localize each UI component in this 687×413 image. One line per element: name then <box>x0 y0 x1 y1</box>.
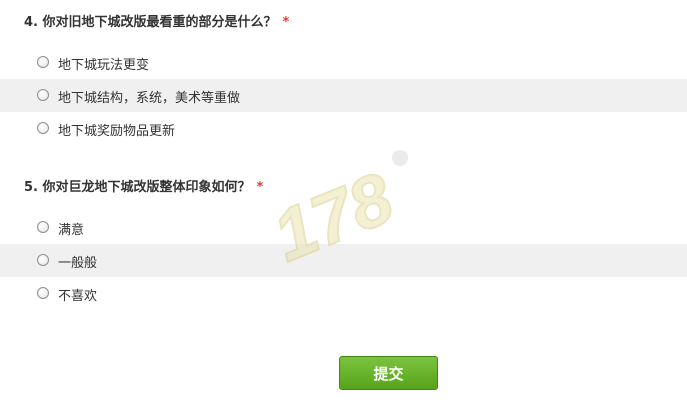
watermark-text: 178 <box>262 158 403 277</box>
radio-button[interactable] <box>37 221 49 233</box>
watermark-logo: 178 <box>262 150 408 278</box>
option-row[interactable]: 不喜欢 <box>0 277 687 310</box>
option-row[interactable]: 地下城玩法更变 <box>0 46 687 79</box>
option-label[interactable]: 满意 <box>58 219 84 238</box>
radio-button[interactable] <box>37 287 49 299</box>
submit-button[interactable]: 提交 <box>339 356 438 390</box>
survey-page: 4. 你对旧地下城改版最看重的部分是什么？ * 地下城玩法更变 地下城结构，系统，… <box>0 0 687 413</box>
question-title-text: 5. 你对巨龙地下城改版整体印象如何？ <box>24 180 251 195</box>
option-label[interactable]: 地下城结构，系统，美术等重做 <box>58 87 240 106</box>
option-label[interactable]: 一般般 <box>58 252 97 271</box>
radio-button[interactable] <box>37 254 49 266</box>
option-label[interactable]: 地下城奖励物品更新 <box>58 120 175 139</box>
question-title-text: 4. 你对旧地下城改版最看重的部分是什么？ <box>24 15 277 30</box>
question-title: 5. 你对巨龙地下城改版整体印象如何？ * <box>24 176 263 195</box>
watermark-dot <box>392 150 408 166</box>
option-row[interactable]: 地下城结构，系统，美术等重做 <box>0 79 687 112</box>
radio-button[interactable] <box>37 89 49 101</box>
option-label[interactable]: 不喜欢 <box>58 285 97 304</box>
option-list: 地下城玩法更变 地下城结构，系统，美术等重做 地下城奖励物品更新 <box>0 46 687 145</box>
option-label[interactable]: 地下城玩法更变 <box>58 54 149 73</box>
question-title: 4. 你对旧地下城改版最看重的部分是什么？ * <box>24 11 289 30</box>
radio-button[interactable] <box>37 56 49 68</box>
required-asterisk: * <box>282 15 290 30</box>
radio-button[interactable] <box>37 122 49 134</box>
